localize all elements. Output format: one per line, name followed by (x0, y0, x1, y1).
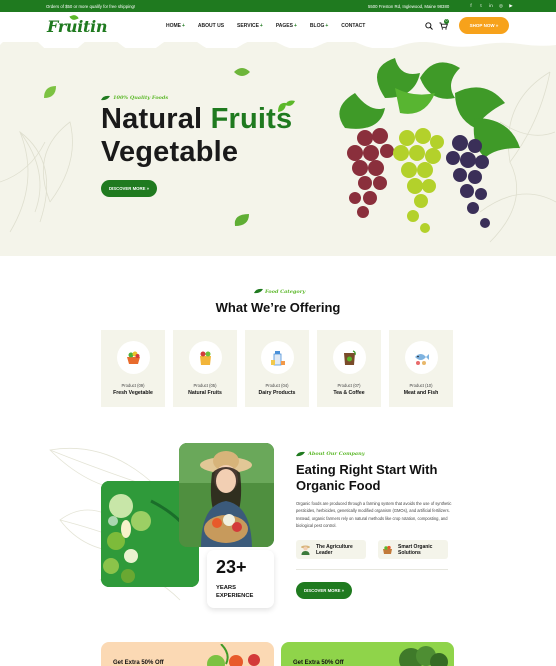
feature-smart-organic: Smart Organic Solutions (378, 540, 448, 559)
category-card[interactable]: Product (04) Dairy Products (245, 330, 309, 407)
promo-text: Get Extra 50% Off (293, 660, 344, 666)
nav-item-contact[interactable]: CONTACT (341, 23, 365, 29)
experience-badge: 23+ YEARS EXPERIENCE (207, 550, 274, 608)
nav-item-service[interactable]: SERVICE+ (237, 23, 263, 29)
twitter-icon[interactable]: t (478, 3, 484, 9)
youtube-icon[interactable]: ▶ (508, 3, 514, 9)
promo-text: Get Extra 50% Off (113, 660, 164, 666)
category-name: Fresh Vegetable (113, 390, 153, 396)
about-tagline: About Our Company (308, 451, 365, 457)
leaf-icon (234, 214, 249, 226)
feature-agriculture-leader: The Agriculture Leader (296, 540, 366, 559)
farmer-woman-image (179, 443, 274, 547)
category-count: Product (07) (337, 383, 361, 388)
coffee-bag-icon (344, 350, 356, 365)
address-text: 5500 Freston Rd, Inglewood, Maine 98380 (368, 3, 450, 9)
leaf-icon (44, 86, 56, 98)
top-bar: Orders of $50 or more qualify for free s… (0, 0, 556, 12)
category-count: Product (04) (265, 383, 289, 388)
farmer-photo (179, 443, 274, 547)
about-discover-more-button[interactable]: DISCOVER MORE » (296, 582, 352, 599)
category-card[interactable]: Product (05) Natural Fruits (173, 330, 237, 407)
basket-icon (383, 545, 392, 554)
shop-now-button[interactable]: SHOP NOW » (459, 17, 509, 34)
promo-card[interactable]: Get Extra 50% Off (101, 642, 274, 666)
vegetable-basket-icon (127, 351, 140, 364)
facebook-icon[interactable]: f (468, 3, 474, 9)
search-icon[interactable] (425, 22, 433, 30)
broccoli-image (399, 646, 448, 666)
category-card[interactable]: Product (07) Tea & Coffee (317, 330, 381, 407)
nav-item-pages[interactable]: PAGES+ (276, 23, 297, 29)
fish-icon (415, 354, 429, 365)
nav-item-blog[interactable]: BLOG+ (310, 23, 328, 29)
category-count: Product (09) (121, 383, 145, 388)
instagram-icon[interactable]: ◎ (498, 3, 504, 9)
category-card[interactable]: Product (09) Fresh Vegetable (101, 330, 165, 407)
farmer-icon (301, 545, 310, 555)
linkedin-icon[interactable]: in (488, 3, 494, 9)
torn-edge-decoration (0, 42, 556, 48)
category-name: Meat and Fish (403, 390, 439, 396)
category-count: Product (05) (193, 383, 217, 388)
grapes-image (339, 58, 520, 233)
cart-count-badge: 0 (444, 19, 449, 24)
category-name: Tea & Coffee (333, 390, 365, 396)
leaf-icon (101, 95, 110, 101)
hero-section: 100% Quality Foods Natural Fruits Vegeta… (0, 42, 556, 256)
about-title: Eating Right Start With Organic Food (296, 462, 438, 493)
vegetables-image (207, 644, 260, 666)
main-header: Fruitin HOME+ ABOUT US SERVICE+ PAGES+ B… (0, 12, 556, 42)
milk-bottle-icon (271, 351, 285, 366)
leaf-sprout-icon (278, 100, 295, 112)
background-leaf-pattern (0, 121, 73, 233)
category-card[interactable]: Product (10) Meat and Fish (389, 330, 453, 407)
leaf-icon (296, 451, 305, 457)
leaf-icon (234, 68, 250, 76)
hero-tagline: 100% Quality Foods (113, 95, 169, 101)
main-nav: HOME+ ABOUT US SERVICE+ PAGES+ BLOG+ CON… (166, 23, 365, 29)
offering-tagline: Food Category (265, 289, 306, 295)
category-name: Natural Fruits (188, 390, 222, 396)
logo[interactable]: Fruitin (47, 17, 108, 36)
leaf-icon (254, 288, 263, 294)
fruit-bag-icon (200, 351, 211, 365)
offering-title: What We’re Offering (215, 300, 341, 315)
hero-discover-more-button[interactable]: DISCOVER MORE » (101, 180, 157, 197)
experience-label: YEARS EXPERIENCE (216, 585, 254, 599)
hero-title: Natural Fruits Vegetable (101, 103, 293, 168)
social-links: f t in ◎ ▶ (468, 3, 514, 9)
category-name: Dairy Products (258, 390, 296, 396)
category-count: Product (10) (409, 383, 433, 388)
nav-item-about[interactable]: ABOUT US (198, 23, 224, 29)
experience-number: 23+ (216, 557, 247, 577)
divider (296, 569, 448, 570)
about-paragraph: Organic foods are produced through a far… (296, 501, 452, 529)
nav-item-home[interactable]: HOME+ (166, 23, 185, 29)
promo-card[interactable]: Get Extra 50% Off (281, 642, 454, 666)
shipping-promo-text: Orders of $50 or more qualify for free s… (46, 3, 136, 9)
